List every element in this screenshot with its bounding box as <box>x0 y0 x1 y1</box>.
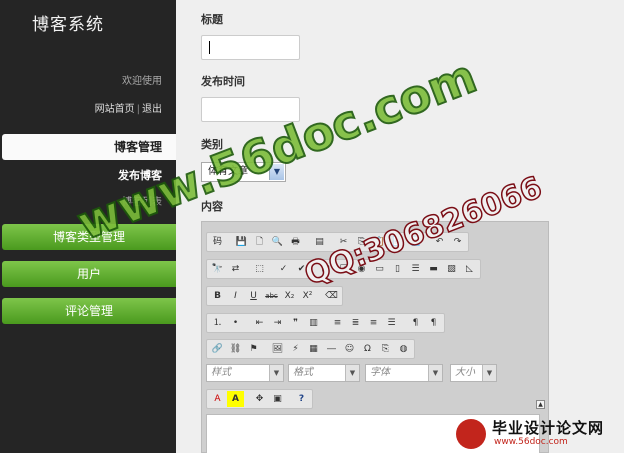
horizontal-rule-icon[interactable]: ― <box>323 341 340 357</box>
page-break-icon[interactable]: ⎘ <box>377 341 394 357</box>
size-combo[interactable]: 大小 ▼ <box>450 364 497 382</box>
hidden-field-icon[interactable]: ◺ <box>461 261 478 277</box>
font-combo-label: 字体 <box>370 367 390 378</box>
toolbar-row-5: 🔗 ⛓ ⚑ 🖼 ⚡ ▦ ― ☺ Ω ⎘ ◍ <box>206 339 415 359</box>
toolbar-row-3: B I U abc X₂ X² ⌫ <box>206 286 343 306</box>
subscript-button[interactable]: X₂ <box>281 288 298 304</box>
maximize-icon[interactable]: ✥ <box>251 391 268 407</box>
italic-button[interactable]: I <box>227 288 244 304</box>
flash-icon[interactable]: ⚡ <box>287 341 304 357</box>
sidebar-item-user-management[interactable]: 用户 <box>2 261 176 287</box>
justify-icon[interactable]: ☰ <box>383 315 400 331</box>
help-button[interactable]: ? <box>293 391 310 407</box>
watermark-logo-url: www.56doc.com <box>494 437 568 447</box>
select-all-icon[interactable]: ⬚ <box>251 261 268 277</box>
new-page-icon[interactable]: 🗋 <box>251 234 268 250</box>
source-button[interactable]: 码 <box>209 234 226 250</box>
style-combo-label: 样式 <box>211 367 231 378</box>
underline-button[interactable]: U <box>245 288 262 304</box>
bold-button[interactable]: B <box>209 288 226 304</box>
show-blocks-icon[interactable]: ▣ <box>269 391 286 407</box>
table-icon[interactable]: ▦ <box>305 341 322 357</box>
unlink-icon[interactable]: ⛓ <box>227 341 244 357</box>
style-combo[interactable]: 样式 ▼ <box>206 364 284 382</box>
size-combo-label: 大小 <box>455 367 475 378</box>
select-field-icon[interactable]: ☰ <box>407 261 424 277</box>
home-link[interactable]: 网站首页 <box>95 104 135 115</box>
align-left-icon[interactable]: ≡ <box>329 315 346 331</box>
find-icon[interactable]: 🔭 <box>209 261 226 277</box>
format-combo-label: 格式 <box>293 367 313 378</box>
font-combo[interactable]: 字体 ▼ <box>365 364 443 382</box>
button-field-icon[interactable]: ▬ <box>425 261 442 277</box>
toolbar-row-7: A A ✥ ▣ ? <box>206 389 313 409</box>
preview-icon[interactable]: 🔍 <box>269 234 286 250</box>
time-label: 发布时间 <box>201 75 245 88</box>
watermark-logo-title: 毕业设计论文网 <box>492 419 605 437</box>
iframe-icon[interactable]: ◍ <box>395 341 412 357</box>
templates-icon[interactable]: ▤ <box>311 234 328 250</box>
chevron-down-icon[interactable]: ▼ <box>482 365 496 381</box>
anchor-icon[interactable]: ⚑ <box>245 341 262 357</box>
replace-icon[interactable]: ⇄ <box>227 261 244 277</box>
collapse-toolbar-icon[interactable]: ▲ <box>536 400 545 409</box>
indent-icon[interactable]: ⇥ <box>269 315 286 331</box>
blockquote-icon[interactable]: ❞ <box>287 315 304 331</box>
chevron-down-icon[interactable]: ▼ <box>345 365 359 381</box>
image-icon[interactable]: 🖼 <box>269 341 286 357</box>
spellcheck-icon[interactable]: ✓ <box>275 261 292 277</box>
font-color-button[interactable]: A <box>209 391 226 407</box>
link-separator: | <box>136 104 140 115</box>
welcome-text: 欢迎使用 <box>122 76 162 87</box>
div-container-icon[interactable]: ▥ <box>305 315 322 331</box>
eraser-icon[interactable]: ⌫ <box>323 288 340 304</box>
outdent-icon[interactable]: ⇤ <box>251 315 268 331</box>
bg-color-button[interactable]: A <box>227 391 244 407</box>
format-combo[interactable]: 格式 ▼ <box>288 364 360 382</box>
watermark-logo: 毕业设计论文网 www.56doc.com <box>456 417 622 451</box>
text-caret <box>209 41 210 54</box>
print-icon[interactable]: 🖶 <box>287 234 304 250</box>
textarea-icon[interactable]: ▯ <box>389 261 406 277</box>
toolbar-row-4: ⒈ • ⇤ ⇥ ❞ ▥ ≡ ≣ ≡ ☰ ¶ ¶ <box>206 313 445 333</box>
sidebar-item-blog-management[interactable]: 博客管理 <box>2 134 176 160</box>
seal-icon <box>456 419 486 449</box>
title-label: 标题 <box>201 13 223 26</box>
strike-button[interactable]: abc <box>263 288 280 304</box>
chevron-down-icon[interactable]: ▼ <box>428 365 442 381</box>
link-icon[interactable]: 🔗 <box>209 341 226 357</box>
align-right-icon[interactable]: ≡ <box>365 315 382 331</box>
brand-title: 博客系统 <box>32 15 104 35</box>
chevron-down-icon[interactable]: ▼ <box>269 365 283 381</box>
align-center-icon[interactable]: ≣ <box>347 315 364 331</box>
numbered-list-icon[interactable]: ⒈ <box>209 315 226 331</box>
special-char-icon[interactable]: Ω <box>359 341 376 357</box>
title-input[interactable] <box>201 35 300 60</box>
bullet-list-icon[interactable]: • <box>227 315 244 331</box>
image-button-icon[interactable]: ▨ <box>443 261 460 277</box>
save-icon[interactable]: 💾 <box>233 234 250 250</box>
sidebar-item-comment-management[interactable]: 评论管理 <box>2 298 176 324</box>
logout-link[interactable]: 退出 <box>142 104 162 115</box>
top-links: 网站首页 | 退出 <box>95 100 162 115</box>
ltr-icon[interactable]: ¶ <box>407 315 424 331</box>
rtl-icon[interactable]: ¶ <box>425 315 442 331</box>
smiley-icon[interactable]: ☺ <box>341 341 358 357</box>
